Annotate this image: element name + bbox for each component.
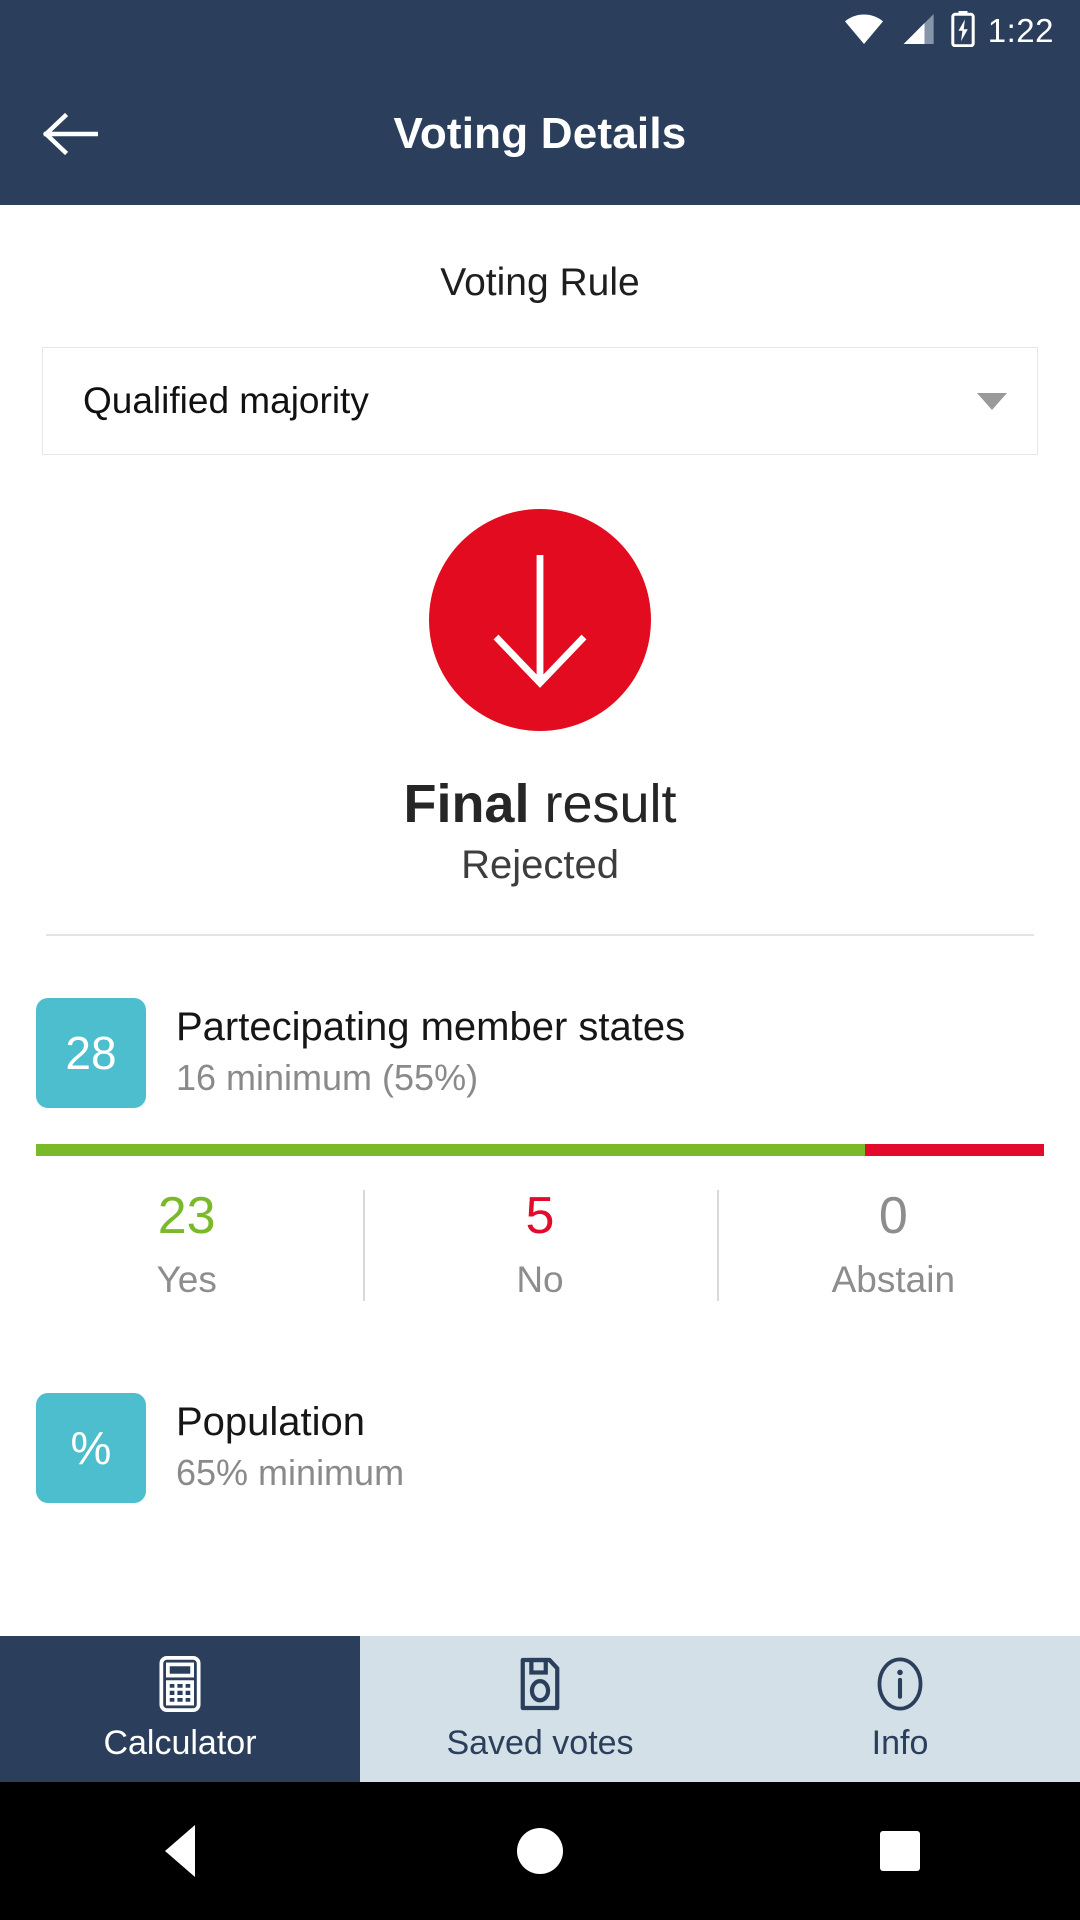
- android-recents-button[interactable]: [840, 1791, 960, 1911]
- nav-label-calculator: Calculator: [103, 1723, 257, 1762]
- voting-rule-selected-value: Qualified majority: [83, 380, 369, 421]
- status-bar-clock: 1:22: [987, 12, 1054, 49]
- arrow-left-icon: [42, 112, 98, 155]
- final-result-title: Final result: [0, 773, 1080, 835]
- calculator-icon: [157, 1655, 203, 1712]
- criteria-population: % Population 65% minimum: [0, 1393, 1080, 1504]
- tally-cell-no: 5 No: [363, 1182, 716, 1309]
- tally-count-abstain: 0: [878, 1187, 908, 1245]
- tally-cell-abstain: 0 Abstain: [716, 1182, 1070, 1309]
- tally-count-yes: 23: [157, 1187, 216, 1245]
- nav-label-saved-votes: Saved votes: [446, 1723, 634, 1762]
- back-button[interactable]: [38, 102, 102, 166]
- bottom-navigation: Calculator Saved votes Info: [0, 1636, 1080, 1782]
- info-circle-icon: [875, 1656, 925, 1712]
- battery-charging-icon: [950, 10, 976, 52]
- tally-label-yes: Yes: [156, 1259, 217, 1301]
- section-divider: [46, 934, 1034, 936]
- app-bar: Voting Details: [0, 62, 1080, 205]
- result-status-icon: [429, 509, 651, 731]
- criteria-badge: 28: [36, 998, 146, 1108]
- android-navigation-bar: [0, 1782, 1080, 1920]
- criteria-badge: %: [36, 1393, 146, 1504]
- triangle-back-icon: [165, 1825, 195, 1877]
- criteria-subtitle: 16 minimum (55%): [176, 1057, 479, 1099]
- chevron-down-icon: [977, 392, 1007, 410]
- criteria-title: Population: [176, 1400, 366, 1445]
- voting-rule-label: Voting Rule: [440, 261, 640, 304]
- final-result-block: Final result Rejected: [0, 509, 1080, 888]
- final-result-status: Rejected: [461, 843, 619, 887]
- wifi-icon: [844, 14, 884, 49]
- floppy-save-icon: [517, 1656, 563, 1712]
- page-title: Voting Details: [393, 108, 687, 158]
- criteria-subtitle: 65% minimum: [176, 1452, 405, 1494]
- criteria-member-states: 28 Partecipating member states 16 minimu…: [0, 998, 1080, 1108]
- tally-count-no: 5: [525, 1187, 555, 1245]
- voting-rule-select[interactable]: Qualified majority: [42, 347, 1038, 455]
- vote-tally: 23 Yes 5 No 0 Abstain: [0, 1182, 1080, 1309]
- progress-segment-no: [864, 1144, 1044, 1156]
- nav-tab-calculator[interactable]: Calculator: [0, 1636, 360, 1782]
- nav-tab-info[interactable]: Info: [720, 1636, 1080, 1782]
- android-home-button[interactable]: [480, 1791, 600, 1911]
- criteria-text-group: Partecipating member states 16 minimum (…: [176, 998, 685, 1099]
- square-recents-icon: [880, 1831, 920, 1871]
- criteria-title: Partecipating member states: [176, 1005, 686, 1049]
- status-bar: 1:22: [0, 0, 1080, 62]
- tally-label-abstain: Abstain: [831, 1259, 956, 1301]
- arrow-down-icon: [493, 555, 587, 688]
- tally-label-no: No: [516, 1259, 564, 1301]
- status-bar-icons: [844, 10, 976, 52]
- main-content: Voting Rule Qualified majority Final res…: [0, 261, 1080, 1504]
- progress-segment-yes: [36, 1144, 865, 1156]
- criteria-text-group: Population 65% minimum: [176, 1393, 404, 1494]
- final-result-title-strong: Final: [403, 774, 530, 834]
- tally-cell-yes: 23 Yes: [10, 1182, 363, 1309]
- cellular-signal-icon: [898, 13, 936, 49]
- circle-home-icon: [517, 1828, 563, 1874]
- nav-label-info: Info: [871, 1723, 929, 1762]
- nav-tab-saved-votes[interactable]: Saved votes: [360, 1636, 720, 1782]
- android-back-button[interactable]: [120, 1791, 240, 1911]
- vote-progress-bar: [36, 1144, 1044, 1156]
- final-result-title-light: result: [529, 774, 677, 834]
